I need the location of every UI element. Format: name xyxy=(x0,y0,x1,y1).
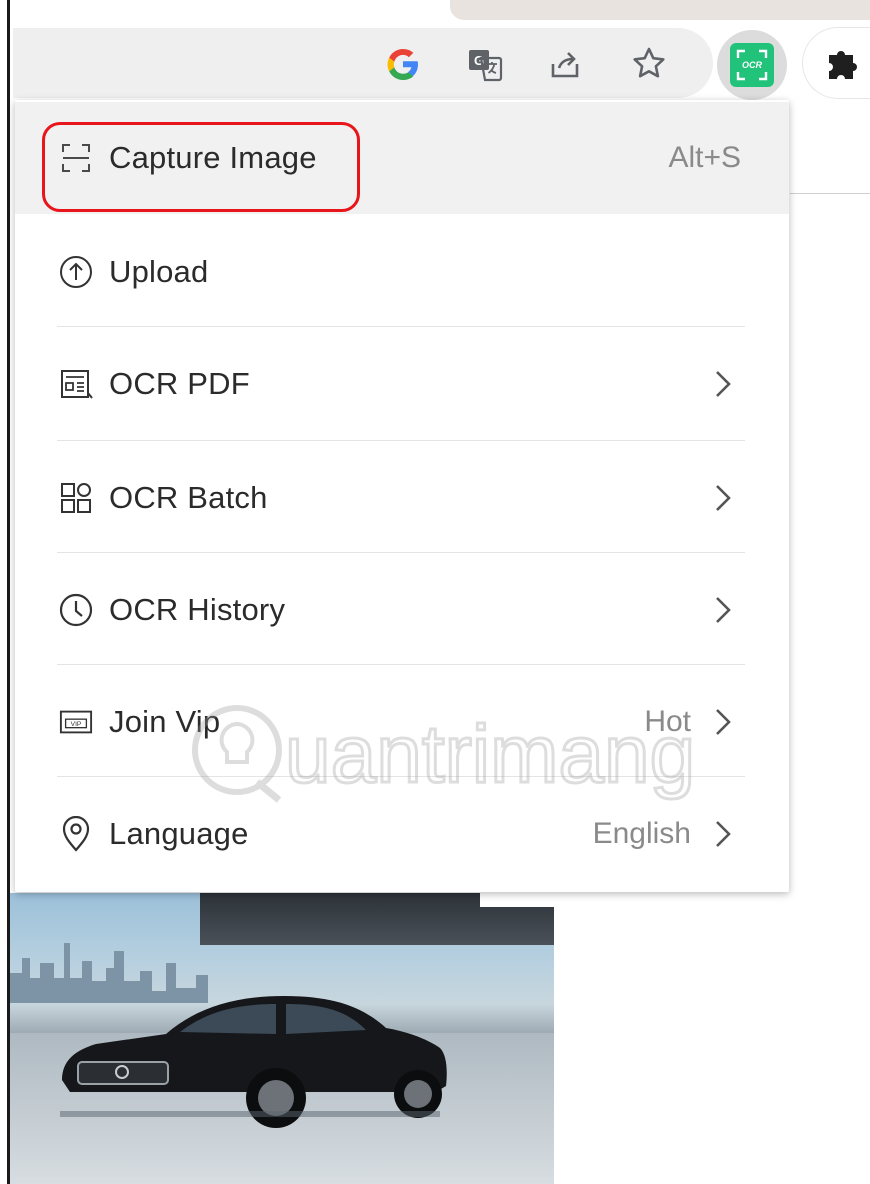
bookmark-star-icon[interactable] xyxy=(629,44,669,84)
vip-card-icon: VIP xyxy=(59,705,93,739)
ad-choices-badge[interactable] xyxy=(480,893,554,907)
menu-item-label: Capture Image xyxy=(109,140,317,175)
menu-item-label: Language xyxy=(109,816,249,851)
capture-frame-icon xyxy=(59,141,93,175)
address-bar[interactable] xyxy=(13,28,713,98)
chevron-right-icon xyxy=(709,704,737,740)
menu-item-ocr-pdf[interactable]: OCR PDF xyxy=(15,328,789,440)
menu-item-label: Upload xyxy=(109,254,209,289)
menu-item-ocr-batch[interactable]: OCR Batch xyxy=(15,442,789,554)
chevron-right-icon xyxy=(709,366,737,402)
chevron-right-icon xyxy=(709,480,737,516)
browser-toolbar: G OCR xyxy=(13,20,870,106)
menu-item-capture-image[interactable]: Capture Image Alt+S xyxy=(15,102,789,214)
batch-grid-icon xyxy=(59,481,93,515)
svg-text:VIP: VIP xyxy=(71,721,82,728)
menu-separator xyxy=(57,776,745,777)
shortcut-text: Alt+S xyxy=(668,141,741,174)
menu-separator xyxy=(57,552,745,553)
menu-item-join-vip[interactable]: VIP Join Vip Hot xyxy=(15,666,789,778)
language-value: English xyxy=(592,817,691,850)
tab-strip xyxy=(450,0,870,20)
extensions-button[interactable] xyxy=(803,28,870,98)
upload-circle-icon xyxy=(59,255,93,289)
extensions-puzzle-icon xyxy=(829,51,857,79)
pdf-document-icon xyxy=(59,367,93,401)
menu-item-label: Join Vip xyxy=(109,704,221,739)
menu-item-upload[interactable]: Upload xyxy=(15,216,789,328)
ocr-extension-icon: OCR xyxy=(730,43,774,87)
ocr-extension-button[interactable]: OCR xyxy=(717,30,787,100)
menu-separator xyxy=(57,664,745,665)
ocr-dropdown-menu: Capture Image Alt+S Upload OCR PDF OCR B… xyxy=(15,100,789,892)
menu-separator xyxy=(57,326,745,327)
translate-icon[interactable]: G xyxy=(465,44,505,84)
hot-badge: Hot xyxy=(644,705,691,738)
car-graphic xyxy=(60,996,447,1128)
page-divider xyxy=(790,193,870,194)
advertisement-image[interactable] xyxy=(10,893,554,1184)
history-clock-icon xyxy=(59,593,93,627)
menu-item-label: OCR Batch xyxy=(109,480,268,515)
location-pin-icon xyxy=(59,816,93,852)
menu-item-ocr-history[interactable]: OCR History xyxy=(15,554,789,666)
share-icon[interactable] xyxy=(545,44,585,84)
menu-item-label: OCR PDF xyxy=(109,366,250,401)
menu-item-language[interactable]: Language English xyxy=(15,778,789,890)
google-icon[interactable] xyxy=(383,44,423,84)
chevron-right-icon xyxy=(709,816,737,852)
window-left-edge xyxy=(0,0,10,1184)
chevron-right-icon xyxy=(709,592,737,628)
menu-item-label: OCR History xyxy=(109,592,286,627)
menu-separator xyxy=(57,440,745,441)
